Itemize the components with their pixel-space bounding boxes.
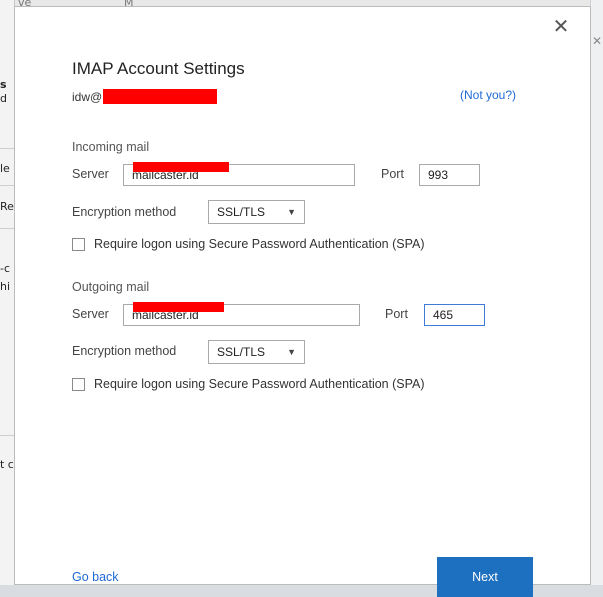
close-icon[interactable]: ✕ <box>550 15 572 37</box>
background-text: hi <box>0 280 11 293</box>
outgoing-encryption-label: Encryption method <box>72 344 177 358</box>
imap-account-settings-dialog: ✕ IMAP Account Settings idw@ (Not you?) … <box>14 6 591 597</box>
next-button[interactable]: Next <box>437 557 533 597</box>
background-text: le <box>0 162 10 175</box>
incoming-port-input[interactable]: 993 <box>419 164 480 186</box>
account-email-prefix: idw@ <box>72 90 103 104</box>
outgoing-port-label: Port <box>385 307 408 321</box>
go-back-link[interactable]: Go back <box>72 570 119 584</box>
chevron-down-icon: ▼ <box>287 347 296 357</box>
outgoing-mail-heading: Outgoing mail <box>72 280 150 294</box>
background-text: Re <box>0 200 14 213</box>
background-divider <box>0 185 14 186</box>
background-app-pane: s d le Re -c hi t c <box>0 0 15 585</box>
outgoing-server-label: Server <box>72 307 109 321</box>
dialog-title: IMAP Account Settings <box>72 59 245 78</box>
redaction-mark <box>103 89 218 104</box>
outgoing-port-input[interactable]: 465 <box>424 304 485 326</box>
chevron-down-icon: ▼ <box>287 207 296 217</box>
incoming-port-label: Port <box>381 167 404 181</box>
redaction-mark <box>133 302 224 312</box>
background-close-icon: ✕ <box>591 34 602 48</box>
outgoing-spa-checkbox[interactable] <box>72 378 85 391</box>
background-divider <box>0 228 14 229</box>
background-text: -c <box>0 262 11 275</box>
background-text: t c <box>0 458 14 471</box>
outgoing-encryption-select[interactable]: SSL/TLS ▼ <box>208 340 305 364</box>
incoming-server-label: Server <box>72 167 109 181</box>
outgoing-spa-label: Require logon using Secure Password Auth… <box>94 377 425 391</box>
outgoing-encryption-value: SSL/TLS <box>217 345 266 359</box>
background-text: s <box>0 78 7 91</box>
incoming-mail-heading: Incoming mail <box>72 140 150 154</box>
background-app-right-edge: ✕ <box>590 0 603 585</box>
incoming-encryption-select[interactable]: SSL/TLS ▼ <box>208 200 305 224</box>
redaction-mark <box>133 162 229 172</box>
not-you-link[interactable]: (Not you?) <box>460 88 516 102</box>
background-divider <box>0 435 14 436</box>
incoming-encryption-label: Encryption method <box>72 205 177 219</box>
background-text: d <box>0 92 7 105</box>
background-divider <box>0 148 14 149</box>
incoming-encryption-value: SSL/TLS <box>217 205 266 219</box>
account-email: idw@ <box>72 89 218 104</box>
incoming-spa-label: Require logon using Secure Password Auth… <box>94 237 425 251</box>
incoming-spa-checkbox[interactable] <box>72 238 85 251</box>
